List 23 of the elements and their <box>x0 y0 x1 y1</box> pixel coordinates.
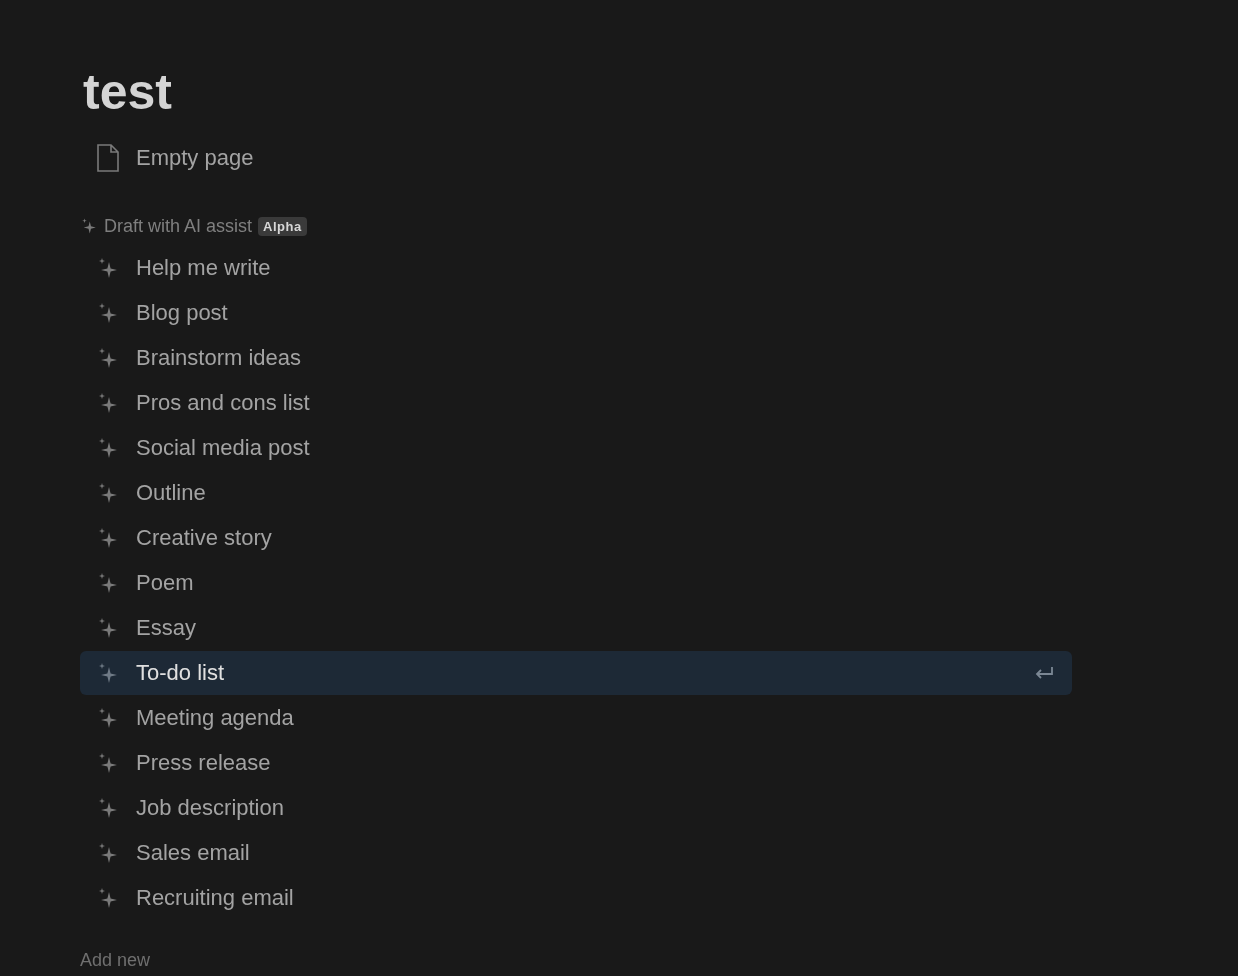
menu-item[interactable]: Social media post <box>80 426 1072 470</box>
add-new-link[interactable]: Add new <box>80 950 151 971</box>
menu-item[interactable]: Job description <box>80 786 1072 830</box>
menu-item[interactable]: Creative story <box>80 516 1072 560</box>
enter-icon <box>1034 665 1054 681</box>
menu-item[interactable]: To-do list <box>80 651 1072 695</box>
sparkle-icon <box>80 217 98 235</box>
menu-item[interactable]: Pros and cons list <box>80 381 1072 425</box>
menu-item[interactable]: Blog post <box>80 291 1072 335</box>
page-icon <box>96 144 120 172</box>
menu-item[interactable]: Poem <box>80 561 1072 605</box>
menu-item[interactable]: Outline <box>80 471 1072 515</box>
menu-item[interactable]: Brainstorm ideas <box>80 336 1072 380</box>
menu-item[interactable]: Essay <box>80 606 1072 650</box>
page-title: test <box>83 63 173 122</box>
menu-item[interactable]: Meeting agenda <box>80 696 1072 740</box>
menu-item[interactable]: Press release <box>80 741 1072 785</box>
alpha-badge: Alpha <box>258 216 307 236</box>
menu-item[interactable]: Help me write <box>80 246 1072 290</box>
section-heading: Draft with AI assist <box>104 215 253 237</box>
menu-item[interactable]: Recruiting email <box>80 876 1072 920</box>
empty-page-item[interactable]: Empty page <box>80 136 1072 180</box>
menu-item[interactable]: Sales email <box>80 831 1072 875</box>
